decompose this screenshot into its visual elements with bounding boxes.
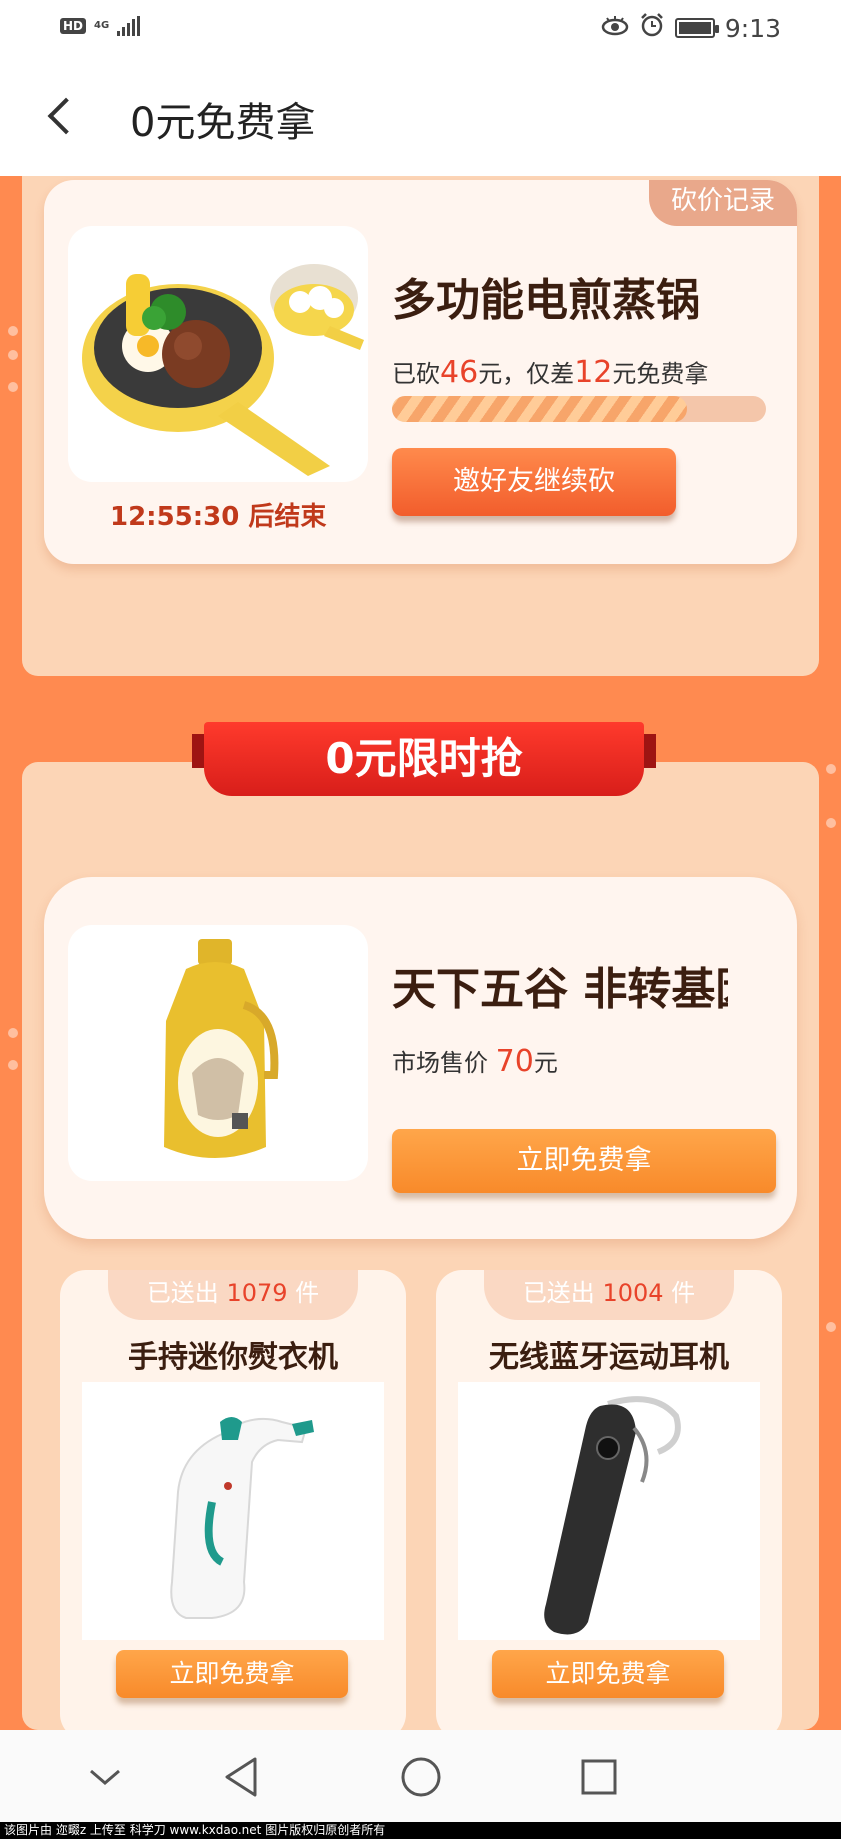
network-label: 4G	[94, 20, 110, 31]
decor-dot	[8, 1060, 18, 1070]
bargain-product-title: 多功能电煎蒸锅	[392, 275, 700, 326]
decor-dot	[8, 326, 18, 336]
get-free-button[interactable]: 立即免费拿	[116, 1650, 348, 1698]
bargain-info-prefix: 已砍	[392, 360, 440, 388]
nav-back-icon[interactable]	[216, 1752, 266, 1802]
decor-dot	[826, 1322, 836, 1332]
decor-dot	[8, 350, 18, 360]
get-free-button[interactable]: 立即免费拿	[492, 1650, 724, 1698]
product-title: 手持迷你熨衣机	[128, 1340, 338, 1375]
clock: 9:13	[724, 13, 781, 43]
sent-prefix: 已送出	[146, 1279, 219, 1307]
nav-home-icon[interactable]	[396, 1752, 446, 1802]
hd-badge: HD	[60, 18, 87, 34]
product-image-earphone[interactable]	[458, 1382, 760, 1640]
status-left: HD 4G	[60, 16, 141, 36]
bargain-record-tab[interactable]: 砍价记录	[649, 180, 797, 226]
decor-dot	[826, 818, 836, 828]
bargain-remain-amount: 12	[574, 355, 613, 390]
decor-dot	[826, 764, 836, 774]
bargain-info-mid: 元，仅差	[478, 360, 575, 388]
nav-recent-icon[interactable]	[574, 1752, 624, 1802]
bargain-progress-fill	[392, 396, 688, 422]
invite-friends-button[interactable]: 邀好友继续砍	[392, 448, 676, 516]
sent-prefix: 已送出	[522, 1279, 595, 1307]
product-title: 无线蓝牙运动耳机	[489, 1340, 729, 1375]
get-free-button[interactable]: 立即免费拿	[392, 1129, 776, 1193]
bargain-card[interactable]: 砍价记录 12:55:30 后结束 多功能电煎蒸锅 已砍46元，仅差12元免费拿…	[44, 180, 797, 564]
status-bar: HD 4G 9:13	[0, 0, 841, 56]
product-card-steamer[interactable]: 已送出 1079 件 手持迷你熨衣机 立即免费拿	[60, 1270, 406, 1740]
main-product-card[interactable]: 天下五谷 非转基因 市场售价 70元 立即免费拿	[44, 877, 797, 1239]
product-image-steamer[interactable]	[82, 1382, 384, 1640]
product-image-cooker[interactable]	[68, 226, 368, 482]
market-price: 市场售价 70元	[392, 1043, 558, 1079]
sent-unit: 件	[295, 1279, 320, 1307]
sent-count-badge: 已送出 1004 件	[484, 1270, 734, 1320]
decor-dot	[8, 382, 18, 392]
system-nav-bar	[0, 1730, 841, 1822]
battery-icon	[674, 18, 719, 38]
bargain-status-text: 已砍46元，仅差12元免费拿	[392, 354, 708, 390]
watermark-text: 该图片由 迩畷z 上传至 科学刀 www.kxdao.net 图片版权归原创者所…	[0, 1822, 841, 1839]
bargain-info-suffix: 元免费拿	[612, 360, 709, 388]
price-unit: 元	[533, 1049, 558, 1077]
eye-icon	[601, 14, 629, 42]
section-ribbon: 0元限时抢	[192, 722, 656, 802]
countdown-timer: 12:55:30 后结束	[110, 502, 327, 532]
sent-count-badge: 已送出 1079 件	[108, 1270, 358, 1320]
sent-count: 1004	[602, 1279, 664, 1307]
alarm-icon	[639, 12, 665, 44]
section-title: 0元限时抢	[204, 722, 644, 796]
sent-unit: 件	[671, 1279, 696, 1307]
sent-count: 1079	[226, 1279, 288, 1307]
back-icon[interactable]	[36, 86, 86, 146]
nav-down-icon[interactable]	[80, 1752, 130, 1802]
page-title: 0元免费拿	[130, 100, 316, 146]
nav-bar: 0元免费拿	[0, 56, 841, 176]
price-label: 市场售价	[392, 1049, 488, 1077]
status-right: 9:13	[601, 12, 781, 44]
price-value: 70	[495, 1044, 534, 1079]
signal-icon	[117, 16, 141, 36]
main-product-title: 天下五谷 非转基因	[392, 964, 728, 1015]
bargain-progress-bar	[392, 396, 766, 422]
product-card-earphone[interactable]: 已送出 1004 件 无线蓝牙运动耳机 立即免费拿	[436, 1270, 782, 1740]
product-image-oil[interactable]	[68, 925, 368, 1181]
decor-dot	[8, 1028, 18, 1038]
bargain-cut-amount: 46	[440, 355, 479, 390]
